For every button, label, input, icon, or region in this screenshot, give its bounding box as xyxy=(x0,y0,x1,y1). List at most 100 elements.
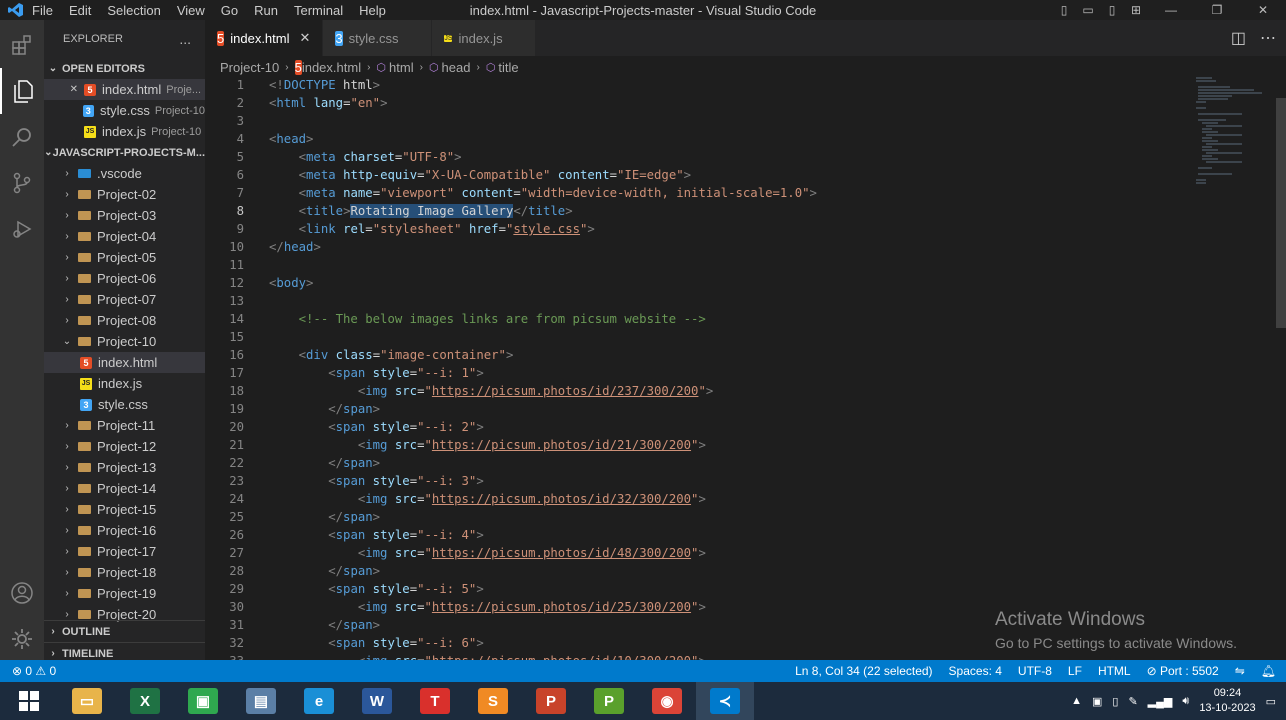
taskbar-project[interactable]: P xyxy=(580,682,638,720)
extensions-icon[interactable] xyxy=(0,22,44,68)
code-line[interactable]: <!-- The below images links are from pic… xyxy=(269,312,706,326)
battery-icon[interactable]: ▯ xyxy=(1112,695,1118,708)
code-editor[interactable]: 1 <!DOCTYPE html> 2 <html lang="en"> 3 4 <head… xyxy=(205,78,1286,668)
tree-file[interactable]: 5 index.html xyxy=(44,352,205,373)
code-line[interactable]: <meta charset="UTF-8"> xyxy=(269,150,462,164)
account-icon[interactable] xyxy=(0,570,44,616)
code-line[interactable]: <body> xyxy=(269,276,313,290)
tab-style-css[interactable]: 3 style.css xyxy=(323,20,433,56)
menu-terminal[interactable]: Terminal xyxy=(294,3,343,18)
breadcrumb-item[interactable]: html xyxy=(389,60,414,75)
tab-index-html[interactable]: 5 index.html ✕ xyxy=(205,20,324,56)
code-line[interactable]: <link rel="stylesheet" href="style.css"> xyxy=(269,222,595,236)
taskbar-file-explorer[interactable]: ▭ xyxy=(58,682,116,720)
settings-gear-icon[interactable] xyxy=(0,616,44,662)
taskbar-chrome[interactable]: ◉ xyxy=(638,682,696,720)
menu-go[interactable]: Go xyxy=(221,3,238,18)
editor-scrollbar[interactable] xyxy=(1276,98,1286,328)
breadcrumb-item[interactable]: head xyxy=(442,60,471,75)
notifications-bell-icon[interactable]: 🔔︎ xyxy=(1261,664,1276,678)
code-line[interactable]: <span style="--i: 5"> xyxy=(269,582,484,596)
taskbar-word[interactable]: W xyxy=(348,682,406,720)
code-line[interactable]: <span style="--i: 1"> xyxy=(269,366,484,380)
tree-folder[interactable]: › Project-19 xyxy=(44,583,205,604)
outline-header[interactable]: › OUTLINE xyxy=(44,621,205,642)
network-signal-icon[interactable]: ▂▄▆ xyxy=(1148,695,1173,708)
remote-icon[interactable]: ⇋ xyxy=(1235,664,1245,678)
code-line[interactable]: <meta http-equiv="X-UA-Compatible" conte… xyxy=(269,168,691,182)
taskbar-typing[interactable]: T xyxy=(406,682,464,720)
notification-center-icon[interactable]: ▭ xyxy=(1266,695,1276,708)
close-window-button[interactable]: ✕ xyxy=(1240,3,1286,17)
minimize-button[interactable]: — xyxy=(1148,3,1194,17)
code-line[interactable]: </span> xyxy=(269,618,380,632)
code-line[interactable]: <span style="--i: 4"> xyxy=(269,528,484,542)
explorer-icon[interactable] xyxy=(0,68,44,114)
toggle-sidebar-icon[interactable]: ▯ xyxy=(1052,3,1076,17)
split-editor-icon[interactable]: ◫ xyxy=(1231,28,1246,48)
code-line[interactable]: <img src="https://picsum.photos/id/237/3… xyxy=(269,384,713,398)
breadcrumb-item[interactable]: index.html xyxy=(302,60,361,75)
source-control-icon[interactable] xyxy=(0,160,44,206)
code-line[interactable]: <img src="https://picsum.photos/id/48/30… xyxy=(269,546,706,560)
code-line[interactable]: </span> xyxy=(269,510,380,524)
tree-folder[interactable]: › Project-14 xyxy=(44,478,205,499)
menu-run[interactable]: Run xyxy=(254,3,278,18)
code-line[interactable]: <head> xyxy=(269,132,313,146)
tree-file[interactable]: 3 style.css xyxy=(44,394,205,415)
language-mode[interactable]: HTML xyxy=(1098,664,1131,678)
code-line[interactable]: </span> xyxy=(269,402,380,416)
taskbar-edge[interactable]: e xyxy=(290,682,348,720)
menu-selection[interactable]: Selection xyxy=(107,3,160,18)
tree-folder[interactable]: › Project-12 xyxy=(44,436,205,457)
problems-indicator[interactable]: ⊗ 0 ⚠ 0 xyxy=(0,664,56,678)
volume-icon[interactable]: 🔊︎ xyxy=(1182,695,1189,708)
taskbar-excel[interactable]: X xyxy=(116,682,174,720)
live-server-port[interactable]: ⊘ Port : 5502 xyxy=(1147,664,1219,678)
tree-folder[interactable]: › .vscode xyxy=(44,163,205,184)
search-icon[interactable] xyxy=(0,114,44,160)
encoding-setting[interactable]: UTF-8 xyxy=(1018,664,1052,678)
tree-folder[interactable]: ⌄ Project-10 xyxy=(44,331,205,352)
clock[interactable]: 09:24 13-10-2023 xyxy=(1199,686,1255,716)
menu-help[interactable]: Help xyxy=(359,3,386,18)
taskbar-powerpoint[interactable]: P xyxy=(522,682,580,720)
tree-folder[interactable]: › Project-18 xyxy=(44,562,205,583)
show-hidden-icons-icon[interactable]: ▲ xyxy=(1071,695,1082,707)
taskbar-vscode[interactable]: ≺ xyxy=(696,682,754,720)
menu-edit[interactable]: Edit xyxy=(69,3,91,18)
toggle-secondary-sidebar-icon[interactable]: ▯ xyxy=(1100,3,1124,17)
timeline-header[interactable]: › TIMELINE xyxy=(44,642,205,660)
open-editor-item[interactable]: 3 style.css Project-10 xyxy=(44,100,205,121)
explorer-more-icon[interactable]: ... xyxy=(179,31,191,47)
tree-folder[interactable]: › Project-08 xyxy=(44,310,205,331)
code-line[interactable]: <img src="https://picsum.photos/id/25/30… xyxy=(269,600,706,614)
code-line[interactable]: <img src="https://picsum.photos/id/32/30… xyxy=(269,492,706,506)
tray-app-icon[interactable]: ▣ xyxy=(1092,695,1102,708)
toggle-panel-icon[interactable]: ▭ xyxy=(1076,3,1100,17)
code-line[interactable]: </span> xyxy=(269,564,380,578)
taskbar-network[interactable]: ▤ xyxy=(232,682,290,720)
tree-folder[interactable]: › Project-17 xyxy=(44,541,205,562)
close-icon[interactable]: ✕ xyxy=(44,84,84,95)
code-line[interactable]: <title>Rotating Image Gallery</title> xyxy=(269,204,573,218)
code-line[interactable]: <span style="--i: 3"> xyxy=(269,474,484,488)
code-line[interactable]: <img src="https://picsum.photos/id/21/30… xyxy=(269,438,706,452)
taskbar-store[interactable]: ▣ xyxy=(174,682,232,720)
more-actions-icon[interactable]: ⋯ xyxy=(1260,28,1276,48)
tree-folder[interactable]: › Project-15 xyxy=(44,499,205,520)
tree-folder[interactable]: › Project-05 xyxy=(44,247,205,268)
restore-button[interactable]: ❐ xyxy=(1194,3,1240,17)
code-line[interactable]: <span style="--i: 6"> xyxy=(269,636,484,650)
pen-icon[interactable]: ✎ xyxy=(1128,695,1137,708)
eol-setting[interactable]: LF xyxy=(1068,664,1082,678)
indentation-setting[interactable]: Spaces: 4 xyxy=(949,664,1002,678)
code-line[interactable]: <div class="image-container"> xyxy=(269,348,514,362)
breadcrumb-item[interactable]: Project-10 xyxy=(220,60,279,75)
minimap[interactable] xyxy=(1192,76,1272,196)
tree-folder[interactable]: › Project-11 xyxy=(44,415,205,436)
tree-file[interactable]: JS index.js xyxy=(44,373,205,394)
open-editors-header[interactable]: ⌄ OPEN EDITORS xyxy=(44,58,205,79)
code-line[interactable]: <span style="--i: 2"> xyxy=(269,420,484,434)
customize-layout-icon[interactable]: ⊞ xyxy=(1124,3,1148,17)
